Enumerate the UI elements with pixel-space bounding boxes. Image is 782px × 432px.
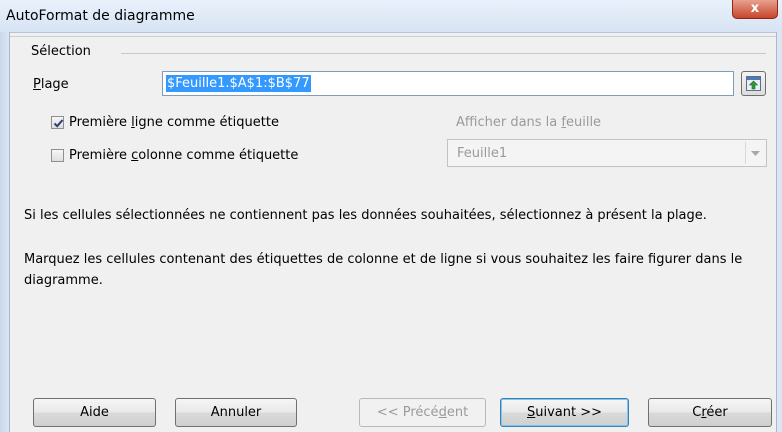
close-button[interactable]: x xyxy=(732,0,778,19)
first-row-label-checkbox[interactable] xyxy=(51,116,64,129)
next-button[interactable]: Suivant >> xyxy=(500,398,629,427)
shrink-dialog-icon xyxy=(746,76,761,91)
close-icon: x xyxy=(750,1,760,16)
dropdown-arrow[interactable] xyxy=(745,142,764,164)
body-top-divider xyxy=(10,36,776,37)
range-input[interactable]: $Feuille1.$A$1:$B$77 xyxy=(162,71,734,96)
info-text-labels: Marquez les cellules contenant des étiqu… xyxy=(24,252,743,288)
chevron-down-icon xyxy=(751,151,760,156)
finish-button[interactable]: Créer xyxy=(648,398,772,427)
cancel-button[interactable]: Annuler xyxy=(175,398,297,427)
sheet-select-value: Feuille1 xyxy=(457,146,508,161)
help-button[interactable]: Aide xyxy=(33,398,156,427)
range-label: Plage xyxy=(33,77,69,92)
first-column-label-text: Première colonne comme étiquette xyxy=(69,148,299,163)
first-column-label-checkbox[interactable] xyxy=(51,149,64,162)
selection-group-divider xyxy=(121,53,766,54)
title-bar: AutoFormat de diagramme x xyxy=(0,0,782,33)
window-frame-left xyxy=(0,32,10,432)
window-title: AutoFormat de diagramme xyxy=(6,8,195,24)
previous-button[interactable]: << Précédent xyxy=(359,398,486,427)
shrink-button[interactable] xyxy=(741,71,766,96)
first-row-label-text: Première ligne comme étiquette xyxy=(69,115,279,130)
selection-group-label: Sélection xyxy=(31,44,91,59)
sheet-select[interactable]: Feuille1 xyxy=(447,139,767,167)
sheet-select-label: Afficher dans la feuille xyxy=(456,115,602,130)
info-text-selection: Si les cellules sélectionnées ne contien… xyxy=(24,208,707,223)
window-frame-right xyxy=(776,32,782,432)
check-icon xyxy=(53,119,64,128)
range-input-value: $Feuille1.$A$1:$B$77 xyxy=(166,75,311,92)
